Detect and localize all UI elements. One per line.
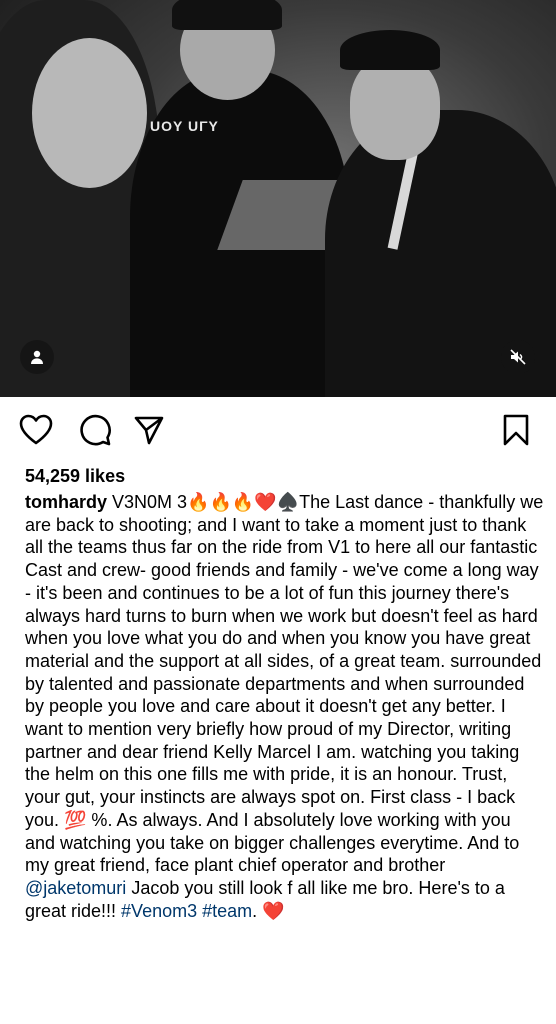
post-caption: tomhardy V3N0M 3🔥🔥🔥❤️♠️The Last dance - … — [25, 491, 545, 922]
mention-link[interactable]: @jaketomuri — [25, 878, 126, 898]
person-center-cap — [172, 0, 282, 30]
post-action-bar — [0, 397, 556, 463]
muted-speaker-icon — [510, 349, 526, 365]
hashtag-team[interactable]: #team — [202, 901, 252, 921]
mute-button[interactable] — [501, 340, 535, 374]
paper-plane-icon — [134, 416, 164, 445]
person-right-face — [350, 55, 440, 160]
person-right-cap — [340, 30, 440, 70]
like-button[interactable] — [18, 412, 54, 448]
post-photo[interactable]: UOY UΓY — [0, 0, 556, 397]
heart-icon — [19, 414, 53, 445]
shirt-print-part1: UOY — [150, 118, 184, 134]
bookmark-icon — [503, 414, 529, 446]
save-button[interactable] — [498, 412, 534, 448]
shirt-print: UOY UΓY — [150, 118, 219, 134]
shirt-print-part2: UΓY — [187, 118, 219, 134]
likes-count[interactable]: 54,259 likes — [25, 464, 556, 488]
caption-username[interactable]: tomhardy — [25, 492, 107, 512]
comment-icon — [80, 414, 111, 446]
hashtag-venom3[interactable]: #Venom3 — [121, 901, 197, 921]
caption-end: . ❤️ — [252, 900, 285, 921]
person-left-face — [32, 38, 147, 188]
user-tag-icon — [31, 350, 43, 364]
caption-text: V3N0M 3🔥🔥🔥❤️♠️The Last dance - thankfull… — [25, 492, 544, 876]
tagged-users-button[interactable] — [20, 340, 54, 374]
share-button[interactable] — [131, 412, 167, 448]
comment-button[interactable] — [77, 412, 113, 448]
